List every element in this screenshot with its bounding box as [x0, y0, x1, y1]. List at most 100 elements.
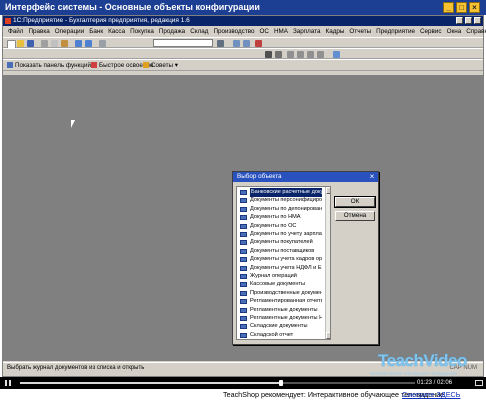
app-maximize-icon[interactable]: [465, 17, 472, 24]
promo-link[interactable]: Смотрите ЗДЕСЬ: [402, 389, 460, 400]
menu-item[interactable]: Производство: [213, 28, 254, 35]
journal-icon: [240, 265, 247, 271]
dialog-title-bar: Выбор объекта ×: [233, 172, 378, 182]
close-icon[interactable]: ×: [469, 2, 480, 13]
redo-icon[interactable]: [85, 40, 92, 47]
panel-icon: [7, 62, 13, 69]
scroll-down-icon[interactable]: [326, 332, 330, 339]
standard-toolbar: [3, 37, 483, 49]
menu-item[interactable]: Продажа: [159, 28, 185, 35]
menu-item[interactable]: Покупка: [130, 28, 154, 35]
fullscreen-icon[interactable]: [475, 380, 483, 386]
tips-button[interactable]: Советы ▾: [143, 60, 178, 71]
menu-item[interactable]: Файл: [8, 28, 23, 35]
menu-bar: Файл Правка Операции Банк Касса Покупка Продаж…: [3, 26, 486, 37]
list-scrollbar[interactable]: [325, 187, 330, 339]
function-panel-toolbar: Показать панель функций Быстрое освоение…: [3, 59, 483, 71]
pause-icon-bar: [9, 380, 11, 386]
menu-item[interactable]: Предприятие: [376, 28, 415, 35]
journal-icon: [240, 240, 247, 246]
tips-icon: [143, 62, 149, 69]
cancel-button[interactable]: Отмена: [335, 211, 375, 221]
app-minimize-icon[interactable]: [456, 17, 463, 24]
open-folder-icon[interactable]: [17, 40, 24, 47]
list-item[interactable]: Складской отчет: [238, 331, 322, 339]
menu-item[interactable]: Сервис: [420, 28, 442, 35]
help-icon[interactable]: [255, 40, 262, 47]
quick-start-icon: [91, 62, 97, 69]
maximize-icon[interactable]: □: [456, 2, 467, 13]
seek-bar[interactable]: [20, 380, 415, 386]
menu-item[interactable]: Правка: [28, 28, 49, 35]
seek-handle[interactable]: [278, 380, 283, 386]
journal-icon: [240, 198, 247, 204]
menu-item[interactable]: Операции: [55, 28, 84, 35]
calendar-icon[interactable]: [233, 40, 240, 47]
object-list[interactable]: Банковские расчетные доку... Документы пе…: [236, 186, 331, 340]
menu-item[interactable]: Банк: [89, 28, 103, 35]
journal-icon: [240, 282, 247, 288]
journal-icon: [240, 223, 247, 229]
journal-icon: [240, 232, 247, 237]
grid-icon[interactable]: [275, 51, 282, 58]
pause-icon-bar: [5, 380, 7, 386]
journal-icon: [240, 332, 247, 338]
copy-icon[interactable]: [51, 40, 58, 47]
app-title-bar: 1С:Предприятие - Бухгалтерия предприятия…: [3, 16, 483, 26]
find-icon[interactable]: [99, 40, 106, 47]
minimize-icon[interactable]: _: [443, 2, 454, 13]
menu-item[interactable]: Касса: [108, 28, 125, 35]
tips-label: Советы: [151, 62, 174, 69]
journal-icon: [240, 307, 247, 313]
menu-item[interactable]: ОС: [260, 28, 269, 35]
scroll-up-icon[interactable]: [326, 187, 330, 194]
status-text: Выбрать журнал документов из списка и от…: [7, 365, 145, 371]
app-close-icon[interactable]: [474, 17, 481, 24]
sum-icon[interactable]: [297, 51, 304, 58]
search-combo[interactable]: [153, 39, 213, 47]
calculator-icon[interactable]: [243, 40, 250, 47]
journal-icon: [240, 324, 247, 330]
menu-item[interactable]: НМА: [274, 28, 288, 35]
transfer-icon[interactable]: [333, 51, 340, 58]
journal-icon: [240, 274, 247, 279]
table-icon[interactable]: [265, 51, 272, 58]
menu-item[interactable]: Окна: [447, 28, 462, 35]
menu-item[interactable]: Склад: [190, 28, 208, 35]
save-icon[interactable]: [27, 40, 34, 47]
promo-bar: TeachShop рекомендует: Интерактивное обу…: [0, 389, 486, 400]
journal-icon: [240, 290, 247, 296]
ok-button[interactable]: ОК: [334, 196, 376, 208]
cut-icon[interactable]: [41, 40, 48, 47]
player-title: Интерфейс системы - Основные объекты кон…: [5, 2, 260, 12]
journal-icon: [240, 299, 247, 305]
search-go-icon[interactable]: [217, 40, 224, 47]
show-panel-label: Показать панель функций: [15, 62, 92, 69]
menu-item[interactable]: Отчеты: [349, 28, 371, 35]
list-item-label: Складской отчет: [250, 331, 294, 338]
journal-icon: [240, 316, 247, 321]
journal-icon: [240, 190, 247, 195]
menu-item[interactable]: Кадры: [326, 28, 345, 35]
format-icon[interactable]: [307, 51, 314, 58]
text-icon[interactable]: [287, 51, 294, 58]
paste-icon[interactable]: [61, 40, 68, 47]
journal-icon: [240, 248, 247, 254]
player-title-bar: Интерфейс системы - Основные объекты кон…: [0, 0, 486, 15]
menu-item[interactable]: Зарплата: [293, 28, 321, 35]
undo-icon[interactable]: [75, 40, 82, 47]
teachvideo-watermark: TeachVideo Интерактивное обучающее телев…: [368, 351, 478, 379]
dialog-close-icon[interactable]: ×: [368, 173, 376, 181]
journal-icon: [240, 215, 247, 221]
menu-item[interactable]: Справка: [466, 28, 486, 35]
seek-progress: [20, 382, 281, 384]
watermark-logo: TeachVideo: [378, 351, 467, 370]
style-icon[interactable]: [317, 51, 324, 58]
watermark-tagline: Интерактивное обучающее телевидение: [370, 371, 458, 376]
show-panel-button[interactable]: Показать панель функций: [7, 60, 91, 71]
playback-time: 01:23 / 02:06: [417, 380, 453, 386]
app-window: 1С:Предприятие - Бухгалтерия предприятия…: [2, 15, 486, 379]
select-object-dialog: Выбор объекта × Банковские расчетные док…: [232, 171, 379, 345]
pause-button[interactable]: [5, 380, 11, 386]
dialog-title: Выбор объекта: [237, 173, 282, 180]
